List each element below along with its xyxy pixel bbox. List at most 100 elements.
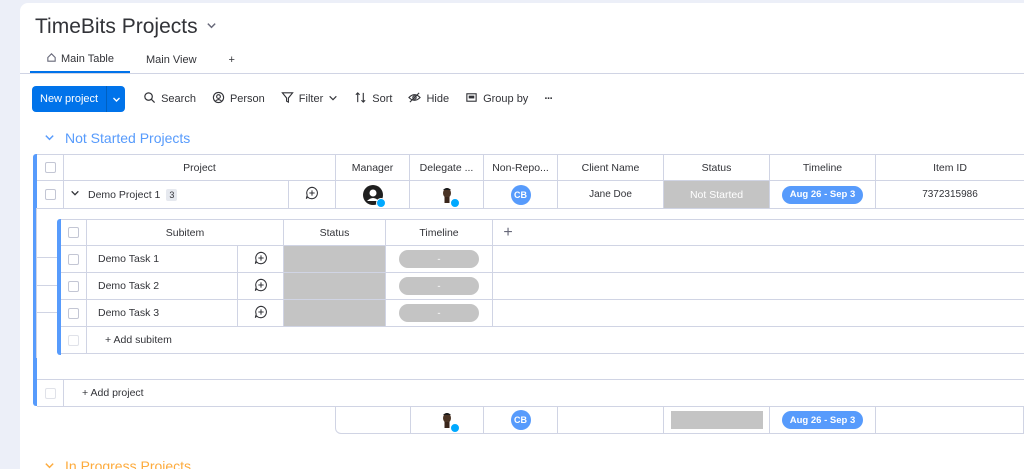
column-header-non-repo[interactable]: Non-Repo... [484,155,558,180]
group-title: In Progress Projects [65,458,192,469]
add-view-button[interactable]: + [213,47,251,73]
select-all-checkbox-cell[interactable] [37,155,64,180]
more-button[interactable]: ··· [544,93,553,105]
column-header-client-name[interactable]: Client Name [558,155,664,180]
sort-button[interactable]: Sort [354,91,392,107]
checkbox[interactable] [44,162,56,173]
item-id-cell: 7372315986 [922,189,978,200]
add-update-button[interactable] [288,181,336,208]
connector-line [37,257,59,258]
subitem-name[interactable]: Demo Task 1 [87,246,237,272]
new-project-button[interactable]: New project [32,86,126,112]
checkbox[interactable] [68,307,79,319]
avatar[interactable] [362,184,386,208]
chevron-down-icon[interactable] [44,458,55,469]
checkbox[interactable] [68,253,79,265]
add-update-button[interactable] [237,300,284,326]
tabs-divider [20,73,1024,74]
timeline-summary-cell[interactable]: Aug 26 - Sep 3 [770,406,876,434]
timeline-pill[interactable]: - [399,250,479,268]
checkbox[interactable] [44,189,56,200]
column-header-item-id[interactable]: Item ID [876,155,1024,180]
client-name-cell[interactable]: Jane Doe [558,181,664,208]
hide-button[interactable]: Hide [408,91,449,107]
row-checkbox-cell[interactable] [61,246,87,272]
chevron-down-icon[interactable] [44,130,55,146]
subitem-header-status[interactable]: Status [284,220,386,245]
add-update-button[interactable] [237,246,284,272]
avatar[interactable] [437,410,460,433]
item-name-cell[interactable]: Demo Project 1 3 [64,181,288,208]
avatar[interactable] [436,184,460,208]
chevron-down-icon[interactable] [107,95,125,104]
add-column-button[interactable]: + [493,220,523,245]
person-filter-button[interactable]: Person [212,91,265,107]
person-icon [212,91,225,107]
subitem-header-timeline[interactable]: Timeline [386,220,493,245]
filter-button[interactable]: Filter [281,91,338,107]
group-header-not-started[interactable]: Not Started Projects [44,130,190,146]
avatar-initials[interactable]: CB [510,410,531,430]
status-distribution-bar[interactable] [670,411,763,429]
checkbox[interactable] [68,227,79,238]
add-update-button[interactable] [237,273,284,299]
column-header-delegate[interactable]: Delegate ... [410,155,484,180]
non-repo-summary-cell[interactable]: CB [484,406,558,434]
checkbox[interactable] [68,280,79,292]
search-label: Search [161,93,196,105]
search-button[interactable]: Search [143,91,196,107]
subitem-header-name[interactable]: Subitem [87,220,284,245]
divider [37,208,1024,209]
group-by-button[interactable]: Group by [465,91,528,107]
timeline-cell[interactable]: Aug 26 - Sep 3 [770,181,876,208]
sort-label: Sort [372,93,393,105]
subitem-name[interactable]: Demo Task 3 [87,300,237,326]
column-header-manager[interactable]: Manager [336,155,410,180]
tab-main-view[interactable]: Main View [130,47,213,73]
column-header-status[interactable]: Status [664,155,770,180]
tab-main-table[interactable]: Main Table [30,47,130,73]
column-header-timeline[interactable]: Timeline [770,155,876,180]
subitem-timeline-cell[interactable]: - [386,300,493,326]
delegate-cell[interactable] [410,181,484,208]
subitem-timeline-cell[interactable]: - [386,246,493,272]
board-title[interactable]: TimeBits Projects [35,15,217,39]
group-header-in-progress[interactable]: In Progress Projects [44,458,191,469]
subitem-count-badge[interactable]: 3 [166,188,178,201]
column-header-project[interactable]: Project [64,155,336,180]
tab-label: Main Table [61,53,114,65]
timeline-pill[interactable]: Aug 26 - Sep 3 [781,411,864,429]
notification-dot [449,197,460,208]
non-repo-cell[interactable]: CB [484,181,558,208]
row-checkbox-cell[interactable] [37,181,64,208]
chevron-down-icon[interactable] [206,20,217,34]
notification-dot [375,197,386,208]
avatar-initials[interactable]: CB [510,184,531,205]
timeline-pill[interactable]: - [399,277,479,295]
board-title-text: TimeBits Projects [35,15,198,38]
item-name[interactable]: Demo Project 1 [88,189,160,201]
subitem-status-cell[interactable] [284,300,386,326]
timeline-pill[interactable]: - [399,304,479,322]
subitem-status-cell[interactable] [284,246,386,272]
delegate-summary-cell[interactable] [410,406,484,434]
group-by-icon [465,91,478,107]
subitem-select-all-cell[interactable] [61,220,87,245]
status-summary-cell[interactable] [664,406,770,434]
status-cell[interactable]: Not Started [664,181,770,208]
chevron-down-icon[interactable] [328,93,338,106]
add-update-icon [254,305,268,322]
subitem-status-cell[interactable] [284,273,386,299]
chevron-down-icon[interactable] [70,188,80,201]
new-project-label: New project [32,86,108,112]
manager-cell[interactable] [336,181,410,208]
plus-icon: + [228,54,235,66]
timeline-pill[interactable]: Aug 26 - Sep 3 [781,185,864,204]
row-checkbox-cell[interactable] [61,300,87,326]
subitem-name[interactable]: Demo Task 2 [87,273,237,299]
add-subitem-button[interactable]: + Add subitem [87,327,387,353]
row-checkbox-cell[interactable] [61,273,87,299]
add-project-button[interactable]: + Add project [64,380,364,406]
subitem-timeline-cell[interactable]: - [386,273,493,299]
home-icon [46,52,57,66]
